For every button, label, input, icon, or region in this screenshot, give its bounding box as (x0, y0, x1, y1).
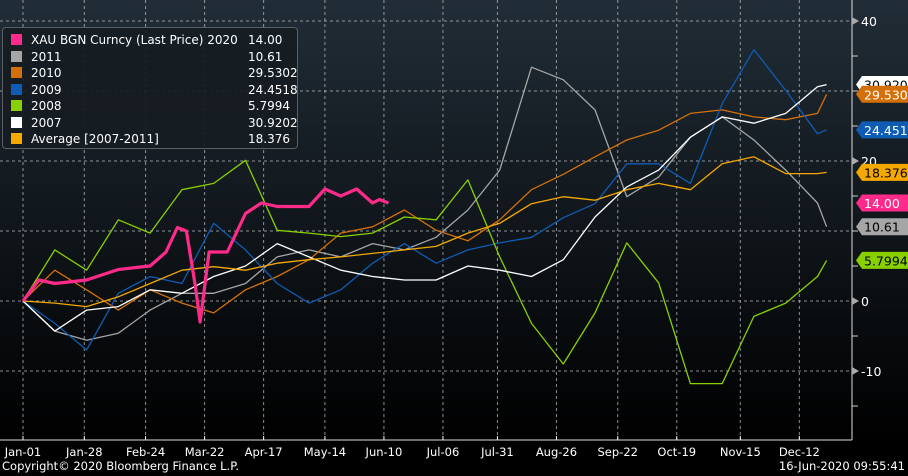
legend-label: 2011 (31, 49, 62, 64)
value-tag: 24.4518 (856, 121, 908, 139)
legend: XAU BGN Curncy (Last Price) 2020 14.00 201… (2, 27, 298, 149)
copyright-text: Copyright© 2020 Bloomberg Finance L.P. (2, 459, 239, 473)
value-tag-label: 18.376 (864, 165, 908, 180)
legend-item: 2011 10.61 (11, 49, 291, 65)
legend-swatch (11, 116, 22, 128)
legend-value: 10.61 (248, 49, 283, 64)
legend-swatch (11, 83, 22, 95)
value-tag: 5.7994 (856, 251, 908, 269)
value-tag-label: 24.4518 (864, 123, 908, 138)
legend-item: 2008 5.7994 (11, 98, 291, 114)
legend-item: XAU BGN Curncy (Last Price) 2020 14.00 (11, 32, 291, 48)
legend-value: 29.5302 (248, 66, 298, 80)
legend-swatch (11, 34, 22, 45)
legend-swatch (11, 100, 22, 111)
x-tick-label: Jun-10 (365, 445, 403, 459)
legend-value: 5.7994 (248, 99, 290, 113)
x-tick-label: Aug-26 (536, 445, 577, 459)
legend-label: 2009 (31, 82, 62, 97)
value-tag: 14.00 (856, 194, 908, 212)
legend-swatch (11, 133, 22, 144)
legend-swatch (11, 67, 22, 78)
legend-value: 30.9202 (248, 115, 298, 130)
x-tick-label: Jul-31 (480, 445, 514, 459)
x-tick-label: Feb-24 (126, 445, 165, 459)
legend-swatch (11, 50, 22, 62)
x-tick-label: Apr-17 (245, 445, 283, 459)
x-tick-label: Jan-28 (65, 445, 103, 459)
legend-value: 14.00 (248, 33, 283, 47)
legend-value: 24.4518 (248, 82, 298, 97)
value-tag-label: 14.00 (864, 196, 900, 211)
y-tick-label: 0 (861, 294, 869, 309)
value-tag: 18.376 (856, 163, 908, 181)
value-tag: 10.61 (856, 218, 908, 236)
x-tick-label: Mar-22 (185, 445, 225, 459)
x-tick-label: Nov-15 (720, 445, 761, 459)
value-tag-label: 5.7994 (864, 253, 908, 268)
legend-label: 2008 (31, 99, 62, 113)
timestamp: 16-Jun-2020 09:55:41 (778, 459, 905, 473)
legend-item: 2010 29.5302 (11, 65, 298, 81)
legend-item: 2009 24.4518 (11, 82, 298, 98)
legend-label: 2010 (31, 66, 62, 80)
legend-item: Average [2007-2011] 18.376 (11, 131, 291, 147)
value-tag-label: 29.5302 (864, 87, 908, 102)
y-tick-label: 40 (861, 14, 877, 29)
value-tag-label: 10.61 (864, 220, 900, 235)
legend-label: XAU BGN Curncy (Last Price) 2020 (31, 33, 238, 47)
x-tick-label: Dec-12 (779, 445, 820, 459)
x-tick-label: Sep-22 (598, 445, 638, 459)
legend-item: 2007 30.9202 (11, 115, 298, 131)
x-tick-label: Jan-01 (4, 445, 42, 459)
x-tick-label: May-14 (304, 445, 346, 459)
x-tick-label: Jul-06 (426, 445, 460, 459)
legend-label: 2007 (31, 115, 62, 130)
x-tick-label: Oct-19 (657, 445, 696, 459)
legend-label: Average [2007-2011] (31, 132, 159, 146)
y-tick-label: -10 (861, 364, 881, 379)
legend-value: 18.376 (248, 132, 290, 146)
value-tag: 29.5302 (856, 85, 908, 103)
